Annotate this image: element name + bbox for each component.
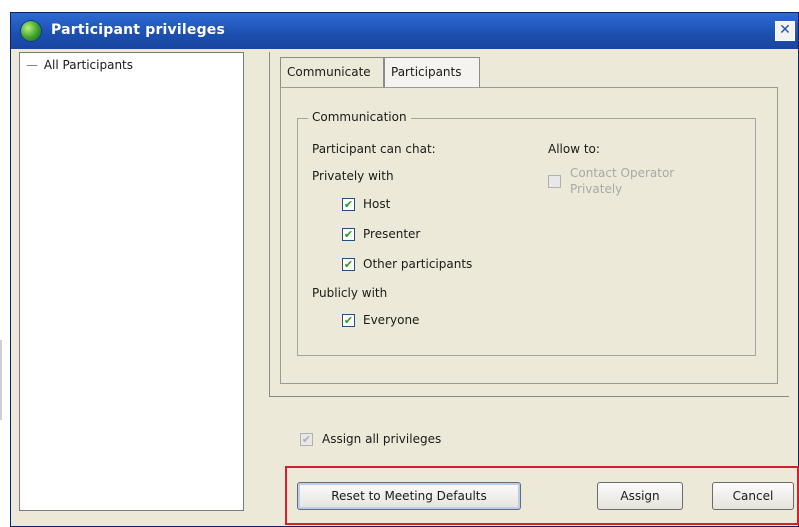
check-mark-icon: ✔ [343,198,354,211]
privately-with-label: Privately with [312,169,394,183]
cancel-button[interactable]: Cancel [712,482,794,510]
globe-icon [21,21,41,41]
check-mark-icon: ✔ [343,228,354,241]
dialog-title: Participant privileges [51,22,226,38]
everyone-checkbox[interactable]: ✔ [342,314,355,327]
tab-communicate[interactable]: Communicate [280,57,384,88]
cancel-label: Cancel [732,489,774,503]
chat-heading: Participant can chat: [312,142,436,156]
presenter-checkbox[interactable]: ✔ [342,228,355,241]
communication-group-label: Communication [308,110,411,124]
everyone-label: Everyone [363,313,420,327]
contact-operator-checkbox[interactable] [548,175,561,188]
assign-button[interactable]: Assign [597,482,683,510]
assign-all-privileges-checkbox[interactable]: ✔ [300,433,313,446]
privileges-tab-pane: Communicate Participants Communication P… [269,52,789,397]
tree-item-all-participants[interactable]: — All Participants [26,58,133,72]
tab-participants-label: Participants [391,65,462,79]
host-label: Host [363,197,391,211]
reset-to-defaults-label: Reset to Meeting Defaults [331,489,487,503]
tab-content: Communication Participant can chat: Priv… [280,87,778,384]
assign-all-privileges-label: Assign all privileges [322,432,442,446]
contact-operator-label-line2: Privately [570,182,623,196]
contact-operator-label: Contact Operator Privately [570,165,674,197]
presenter-label: Presenter [363,227,421,241]
check-mark-icon: ✔ [343,314,354,327]
publicly-with-label: Publicly with [312,286,388,300]
check-mark-icon: ✔ [343,258,354,271]
close-button[interactable]: ✕ [775,21,795,41]
other-participants-label: Other participants [363,257,473,271]
close-icon: ✕ [779,22,791,38]
check-mark-icon: ✔ [301,433,312,446]
host-checkbox[interactable]: ✔ [342,198,355,211]
tree-connector: — [26,58,38,72]
tab-participants[interactable]: Participants [384,57,480,87]
assign-label: Assign [620,489,660,503]
background-window-edge [0,340,2,420]
other-participants-checkbox[interactable]: ✔ [342,258,355,271]
contact-operator-label-line1: Contact Operator [570,166,675,180]
reset-to-defaults-button[interactable]: Reset to Meeting Defaults [297,482,521,510]
tree-item-label: All Participants [43,58,134,72]
tab-communicate-label: Communicate [287,65,371,79]
participant-tree[interactable]: — All Participants [19,52,244,511]
communication-group: Communication Participant can chat: Priv… [297,110,756,356]
allow-to-heading: Allow to: [548,142,600,156]
title-bar: Participant privileges ✕ [11,13,798,49]
